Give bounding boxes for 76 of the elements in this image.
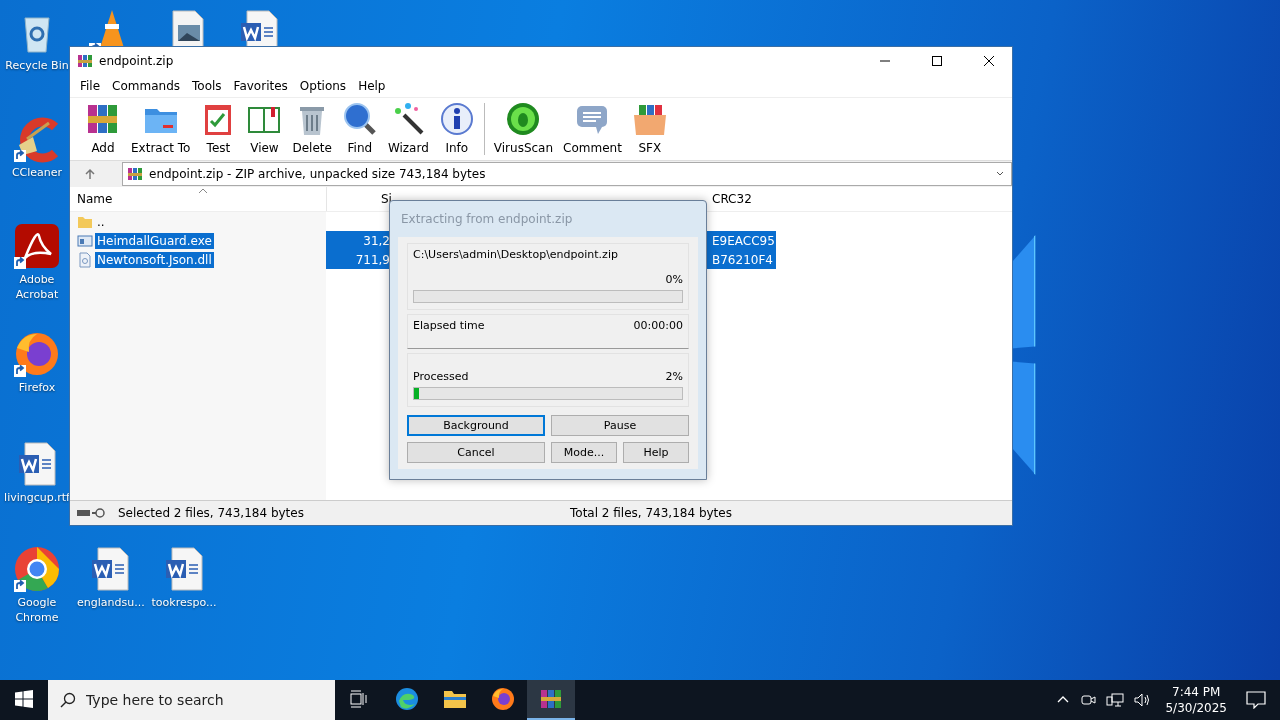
chrome-icon[interactable] [13,545,61,593]
status-text: Selected 2 files, 743,184 bytes [118,506,305,520]
drive-key-icon [76,507,106,519]
desktop-icon-label[interactable]: tookrespo... [151,595,217,610]
dialog-button[interactable]: Cancel [407,442,545,463]
menu-item[interactable]: Favorites [227,79,294,93]
desktop-icon-label[interactable]: englandsu... [77,595,143,610]
toolbar-button[interactable]: Delete [287,101,337,160]
toolbar-button[interactable]: SFX [626,101,673,160]
dialog-button[interactable]: Mode... [551,442,617,463]
desktop-icon-label[interactable]: livingcup.rtf [4,490,70,505]
toolbar-button[interactable]: Add [80,101,126,160]
notification-icon[interactable] [1246,691,1266,709]
firefox-icon[interactable] [13,330,61,378]
search-icon [60,692,76,708]
archive-icon [77,53,93,69]
toolbar-button[interactable]: Info [433,101,480,160]
menu-item[interactable]: File [74,79,107,93]
file-size: 711,9 [355,252,390,267]
desktop-icon-label[interactable]: Adobe Acrobat [4,272,70,302]
edge-browser-icon [395,687,419,711]
menu-item[interactable]: Tools [186,79,228,93]
archive-icon [127,166,143,182]
crc-value: E9EACC95 [712,233,775,248]
file-size: 31,2 [363,233,390,248]
percent-text: 0% [665,273,683,286]
windows-logo-icon [15,690,33,708]
crc-value: B76210F4 [712,252,773,267]
dialog-button[interactable]: Pause [551,415,689,436]
column-header[interactable]: CRC32 [706,187,776,211]
elapsed-label: Elapsed time [413,319,485,332]
dialog-button[interactable]: Background [407,415,545,436]
archive-icon [539,687,563,711]
broom-icon[interactable] [13,115,61,163]
desktop-icon-label[interactable]: Recycle Bin [4,58,70,73]
toolbar-button[interactable]: VirusScan [488,101,559,160]
dialog-title: Extracting from endpoint.zip [400,211,574,228]
desktop-icon-label[interactable]: CCleaner [4,165,70,180]
toolbar-button[interactable]: Comment [558,101,627,160]
menu-item[interactable]: Commands [106,79,187,93]
toolbar-button[interactable]: View [241,101,288,160]
info-icon [438,101,475,137]
maximize-icon [931,55,943,67]
file-icon [77,251,93,268]
desktop-icon-label[interactable]: Firefox [4,380,70,395]
menu-item[interactable]: Help [352,79,392,93]
search-field[interactable]: Type here to search [48,680,335,720]
file-name[interactable]: .. [95,213,107,230]
firefox-icon [491,687,515,711]
toolbar-button[interactable]: Find [336,101,383,160]
column-header[interactable]: Name [70,187,326,211]
taskbar-app-button[interactable] [527,680,575,720]
toolbar-button[interactable]: Wizard [382,101,434,160]
archive-path: C:\Users\admin\Desktop\endpoint.zip [413,248,619,261]
elapsed-time: 00:00:00 [633,319,683,332]
dialog-button[interactable]: Help [623,442,689,463]
up-arrow-icon[interactable] [84,168,96,180]
clock[interactable]: 7:44 PM 5/30/2025 [1165,684,1227,716]
toolbar-button[interactable]: Extract To [126,101,196,160]
toolbar-button[interactable]: Test [195,101,242,160]
close-icon [983,55,995,67]
search-icon [341,101,378,137]
menu-item[interactable]: Options [293,79,353,93]
status-text: Total 2 files, 743,184 bytes [570,506,732,520]
network-icon[interactable] [1106,692,1125,708]
window-title: endpoint.zip [99,54,174,68]
program-icon [77,232,93,249]
desktop-icon-label[interactable]: Google Chrome [4,595,70,625]
task-view-icon [349,689,369,709]
pdf-icon[interactable] [13,222,61,270]
processed-label: Processed [413,370,469,383]
address-field[interactable]: endpoint.zip - ZIP archive, unpacked size 743,184 bytes [122,162,1012,186]
camera-icon[interactable] [1080,692,1097,708]
file-name[interactable]: Newtonsoft.Json.dll [95,251,214,268]
percent-text: 2% [665,370,683,383]
file-name[interactable]: HeimdallGuard.exe [95,232,214,249]
